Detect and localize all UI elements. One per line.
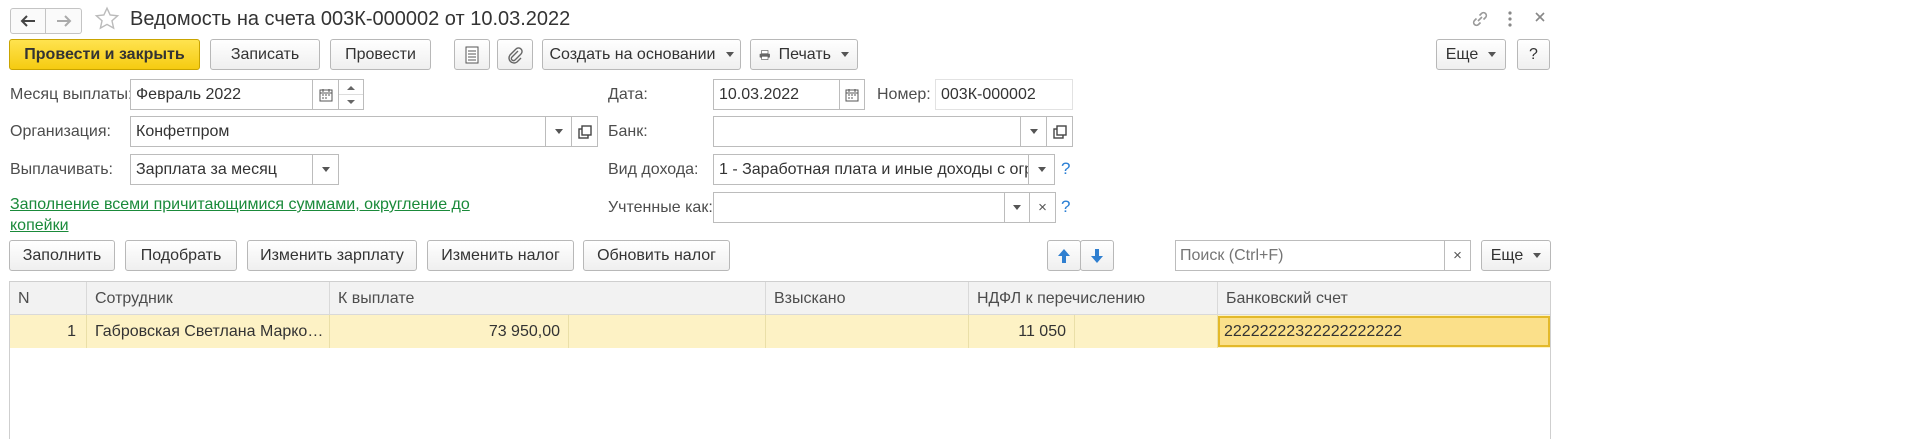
column-header-employee[interactable]: Сотрудник [87, 282, 330, 315]
report-button[interactable] [454, 39, 490, 70]
paperclip-icon [508, 46, 523, 64]
calendar-icon [319, 88, 332, 101]
move-down-button[interactable] [1080, 240, 1114, 271]
chevron-down-icon [1488, 52, 1497, 57]
print-button[interactable]: Печать [750, 39, 858, 70]
chevron-down-icon [1533, 253, 1542, 258]
organization-dropdown-button[interactable] [545, 116, 572, 147]
month-stepper[interactable] [338, 79, 364, 110]
window-title: Ведомость на счета 003К-000002 от 10.03.… [130, 8, 571, 30]
post-button[interactable]: Провести [330, 39, 431, 70]
month-calendar-button[interactable] [312, 79, 339, 110]
accounted-as-input[interactable] [713, 192, 1005, 223]
chevron-down-icon [1013, 205, 1021, 210]
chevron-down-icon [1029, 129, 1038, 134]
arrow-down-icon [1091, 248, 1103, 263]
change-tax-button[interactable]: Изменить налог [427, 240, 574, 271]
back-button[interactable] [10, 8, 46, 34]
link-icon[interactable] [1470, 9, 1490, 33]
chevron-down-icon [841, 52, 849, 57]
pay-dropdown-button[interactable] [312, 154, 339, 185]
cell-to-pay: 73 950,00 [330, 315, 569, 348]
data-table: N Сотрудник К выплате Взыскано НДФЛ к пе… [9, 281, 1551, 439]
cell-bank-account[interactable]: 22222222322222222222 [1218, 316, 1550, 347]
accounted-as-clear-button[interactable]: × [1029, 192, 1056, 223]
search-input[interactable] [1175, 240, 1445, 271]
post-and-close-button[interactable]: Провести и закрыть [9, 39, 200, 70]
accounted-as-label: Учтенные как: [608, 199, 713, 216]
organization-input[interactable]: Конфетпром [130, 116, 546, 147]
forward-button[interactable] [46, 8, 82, 34]
date-calendar-button[interactable] [839, 79, 865, 110]
table-more-button[interactable]: Еще [1481, 240, 1551, 271]
bank-label: Банк: [608, 123, 648, 140]
chevron-down-icon [725, 52, 734, 57]
fill-settings-link[interactable]: Заполнение всеми причитающимися суммами,… [10, 194, 470, 236]
stepper-up-icon[interactable] [347, 86, 355, 90]
chevron-down-icon [321, 167, 330, 172]
column-header-ndfl[interactable]: НДФЛ к перечислению [969, 282, 1218, 315]
open-window-icon [1052, 124, 1067, 139]
stepper-down-icon[interactable] [347, 100, 355, 104]
favorite-star-icon[interactable] [94, 6, 120, 36]
search-clear-button[interactable]: × [1444, 240, 1471, 271]
change-salary-button[interactable]: Изменить зарплату [247, 240, 417, 271]
close-icon[interactable] [1533, 10, 1547, 28]
arrow-up-icon [1058, 248, 1070, 263]
chevron-down-icon [554, 129, 563, 134]
calendar-icon [845, 88, 859, 101]
month-input[interactable]: Февраль 2022 [130, 79, 313, 110]
open-window-icon [577, 124, 592, 139]
more-vert-icon[interactable] [1505, 9, 1515, 33]
printer-icon [759, 49, 770, 60]
income-type-label: Вид дохода: [608, 161, 699, 178]
income-type-select[interactable]: 1 - Заработная плата и иные доходы с огр… [713, 154, 1029, 185]
cell-employee: Габровская Светлана Марко… [87, 315, 330, 348]
organization-label: Организация: [10, 123, 111, 140]
number-label: Номер: [877, 86, 931, 103]
bank-dropdown-button[interactable] [1020, 116, 1047, 147]
more-button[interactable]: Еще [1436, 39, 1506, 70]
date-label: Дата: [608, 86, 648, 103]
column-header-to-pay[interactable]: К выплате [330, 282, 766, 315]
fill-button[interactable]: Заполнить [9, 240, 115, 271]
update-tax-button[interactable]: Обновить налог [583, 240, 730, 271]
create-based-on-button[interactable]: Создать на основании [542, 39, 741, 70]
pay-select[interactable]: Зарплата за месяц [130, 154, 313, 185]
arrow-right-icon [56, 15, 71, 27]
month-label: Месяц выплаты: [10, 86, 133, 103]
arrow-left-icon [20, 15, 35, 27]
cell-ndfl: 11 050 [969, 315, 1075, 348]
cell-withheld [766, 315, 969, 348]
save-button[interactable]: Записать [210, 39, 320, 70]
pay-label: Выплачивать: [10, 161, 113, 178]
table-header: N Сотрудник К выплате Взыскано НДФЛ к пе… [10, 282, 1550, 315]
column-header-bank-account[interactable]: Банковский счет [1218, 282, 1550, 315]
number-input[interactable]: 003К-000002 [935, 79, 1073, 110]
bank-open-button[interactable] [1046, 116, 1073, 147]
table-row[interactable]: 1 Габровская Светлана Марко… 73 950,00 1… [10, 315, 1550, 348]
column-header-n[interactable]: N [10, 282, 87, 315]
organization-open-button[interactable] [571, 116, 598, 147]
accounted-as-dropdown-button[interactable] [1004, 192, 1030, 223]
chevron-down-icon [1037, 167, 1046, 172]
column-header-withheld[interactable]: Взыскано [766, 282, 969, 315]
select-button[interactable]: Подобрать [125, 240, 237, 271]
income-type-help-icon[interactable]: ? [1061, 159, 1070, 179]
help-button[interactable]: ? [1517, 39, 1550, 70]
income-type-dropdown-button[interactable] [1028, 154, 1055, 185]
cell-ndfl-extra [1075, 315, 1218, 348]
accounted-as-help-icon[interactable]: ? [1061, 197, 1070, 217]
move-up-button[interactable] [1047, 240, 1081, 271]
report-icon [465, 46, 479, 63]
cell-n: 1 [10, 315, 87, 348]
attachments-button[interactable] [497, 39, 533, 70]
date-input[interactable]: 10.03.2022 [713, 79, 840, 110]
cell-to-pay-extra [569, 315, 766, 348]
bank-input[interactable] [713, 116, 1021, 147]
